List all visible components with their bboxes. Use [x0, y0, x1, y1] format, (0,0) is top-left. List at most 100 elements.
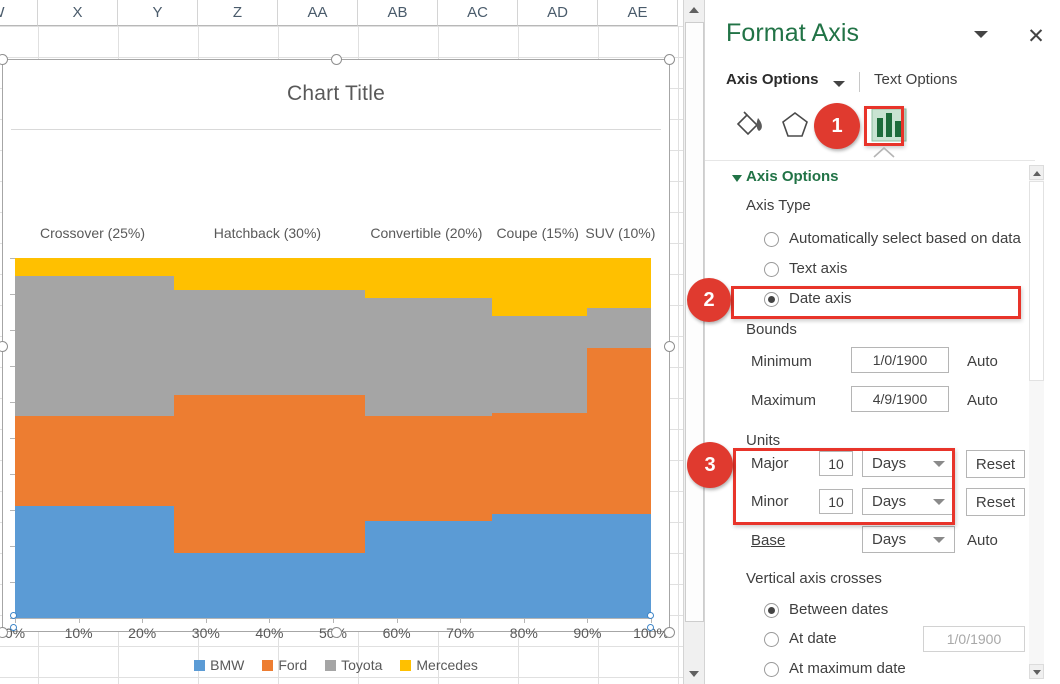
column-header-x[interactable]: X [38, 0, 118, 26]
selection-handle[interactable] [664, 54, 675, 65]
mekko-column-hatchback[interactable] [174, 258, 365, 618]
mekko-segment[interactable] [364, 520, 492, 618]
mekko-segment[interactable] [492, 258, 588, 316]
radio-automatically-select[interactable] [764, 232, 779, 247]
chart-legend[interactable]: BMW Ford Toyota Mercedes [3, 657, 669, 673]
chevron-down-icon [689, 671, 699, 677]
maximum-auto-label[interactable]: Auto [967, 392, 998, 409]
radio-between-dates[interactable] [764, 603, 779, 618]
mekko-segment[interactable] [492, 412, 588, 514]
radio-at-maximum-date[interactable] [764, 662, 779, 677]
chevron-up-icon [689, 7, 699, 13]
radio-text-axis[interactable] [764, 262, 779, 277]
legend-item[interactable]: BMW [194, 657, 244, 673]
axis-selection-handle[interactable] [647, 612, 654, 619]
mekko-segment[interactable] [174, 553, 365, 618]
section-header-axis-options[interactable]: Axis Options [746, 168, 839, 185]
mekko-segment[interactable] [364, 258, 492, 298]
column-header-ac[interactable]: AC [438, 0, 518, 26]
selection-handle[interactable] [0, 54, 8, 65]
mekko-column-suv[interactable] [587, 258, 651, 618]
mekko-segment[interactable] [15, 276, 174, 417]
column-header-ad[interactable]: AD [518, 0, 598, 26]
mekko-segment[interactable] [174, 290, 365, 395]
minimum-auto-label[interactable]: Auto [967, 353, 998, 370]
chart-title[interactable]: Chart Title [3, 82, 669, 106]
label-text-axis[interactable]: Text axis [789, 260, 847, 277]
format-axis-pane[interactable]: Format Axis ✕ Axis Options Text Options [704, 0, 1060, 684]
pane-scrollbar-thumb[interactable] [1029, 181, 1044, 381]
base-auto-label[interactable]: Auto [967, 532, 998, 549]
column-header-ae[interactable]: AE [598, 0, 678, 26]
mekko-segment[interactable] [15, 258, 174, 276]
base-unit-dropdown[interactable]: Days [862, 526, 955, 553]
legend-item[interactable]: Mercedes [400, 657, 478, 673]
mekko-segment[interactable] [587, 258, 651, 309]
minimum-input[interactable]: 1/0/1900 [851, 347, 949, 373]
scroll-up-button[interactable] [684, 0, 704, 20]
scroll-down-button[interactable] [684, 664, 704, 684]
maximum-input[interactable]: 4/9/1900 [851, 386, 949, 412]
tab-text-options[interactable]: Text Options [874, 71, 957, 88]
effects-icon[interactable] [772, 104, 818, 148]
selection-handle[interactable] [331, 627, 342, 638]
column-header-row: WXYZAAABACADAE [0, 0, 704, 26]
mekko-segment[interactable] [364, 416, 492, 521]
minimum-label: Minimum [751, 353, 812, 370]
axis-selection-handle[interactable] [10, 624, 17, 631]
major-reset-button[interactable]: Reset [966, 450, 1025, 478]
mekko-segment[interactable] [587, 308, 651, 348]
legend-item[interactable]: Ford [262, 657, 307, 673]
label-automatically-select[interactable]: Automatically select based on data [789, 230, 1021, 247]
column-header-ab[interactable]: AB [358, 0, 438, 26]
mekko-segment[interactable] [587, 348, 651, 514]
label-between-dates[interactable]: Between dates [789, 601, 888, 618]
mekko-segment[interactable] [174, 258, 365, 291]
fill-and-line-icon[interactable] [726, 104, 772, 148]
axis-selection-handle[interactable] [647, 624, 654, 631]
x-axis-tick-label: 80% [509, 625, 538, 641]
mekko-column-convertible[interactable] [364, 258, 492, 618]
pane-vertical-scrollbar[interactable] [1029, 165, 1044, 679]
category-label: SUV (10%) [585, 225, 656, 241]
category-label: Hatchback (30%) [213, 225, 322, 241]
mekko-column-coupe[interactable] [492, 258, 588, 618]
vertical-axis-crosses-label: Vertical axis crosses [746, 570, 882, 587]
mekko-segment[interactable] [492, 315, 588, 413]
mekko-segment[interactable] [15, 416, 174, 507]
pane-scroll-down-button[interactable] [1029, 664, 1044, 679]
mekko-segment[interactable] [174, 394, 365, 554]
mekko-segment[interactable] [364, 297, 492, 417]
radio-at-date[interactable] [764, 632, 779, 647]
label-at-date[interactable]: At date [789, 630, 837, 647]
excel-vertical-scrollbar[interactable] [683, 0, 704, 684]
selection-handle[interactable] [664, 627, 675, 638]
selection-handle[interactable] [331, 54, 342, 65]
column-header-w[interactable]: W [0, 0, 38, 26]
column-header-z[interactable]: Z [198, 0, 278, 26]
pane-body-divider [705, 160, 1035, 161]
mekko-segment[interactable] [587, 513, 651, 618]
minor-reset-button[interactable]: Reset [966, 488, 1025, 516]
column-header-aa[interactable]: AA [278, 0, 358, 26]
section-collapse-triangle-icon[interactable] [732, 175, 742, 182]
selection-handle[interactable] [664, 341, 675, 352]
mekko-segment[interactable] [492, 513, 588, 618]
chevron-down-icon[interactable] [974, 31, 988, 38]
pane-tabs: Axis Options Text Options [726, 71, 1046, 97]
mekko-segment[interactable] [15, 506, 174, 618]
column-header-y[interactable]: Y [118, 0, 198, 26]
mekko-column-crossover[interactable] [15, 258, 174, 618]
chevron-down-icon[interactable] [833, 81, 845, 87]
chart-object[interactable]: Chart Title Crossover (25%) Hatchback (30… [0, 54, 675, 673]
label-at-maximum-date[interactable]: At maximum date [789, 660, 906, 677]
legend-item[interactable]: Toyota [325, 657, 382, 673]
tab-axis-options[interactable]: Axis Options [726, 71, 819, 88]
scrollbar-thumb[interactable] [685, 22, 704, 622]
plot-area[interactable] [15, 258, 651, 618]
at-date-input[interactable]: 1/0/1900 [923, 626, 1025, 652]
close-icon[interactable]: ✕ [1021, 22, 1051, 52]
selection-handle[interactable] [0, 341, 8, 352]
axis-selection-handle[interactable] [10, 612, 17, 619]
pane-scroll-up-button[interactable] [1029, 165, 1044, 180]
